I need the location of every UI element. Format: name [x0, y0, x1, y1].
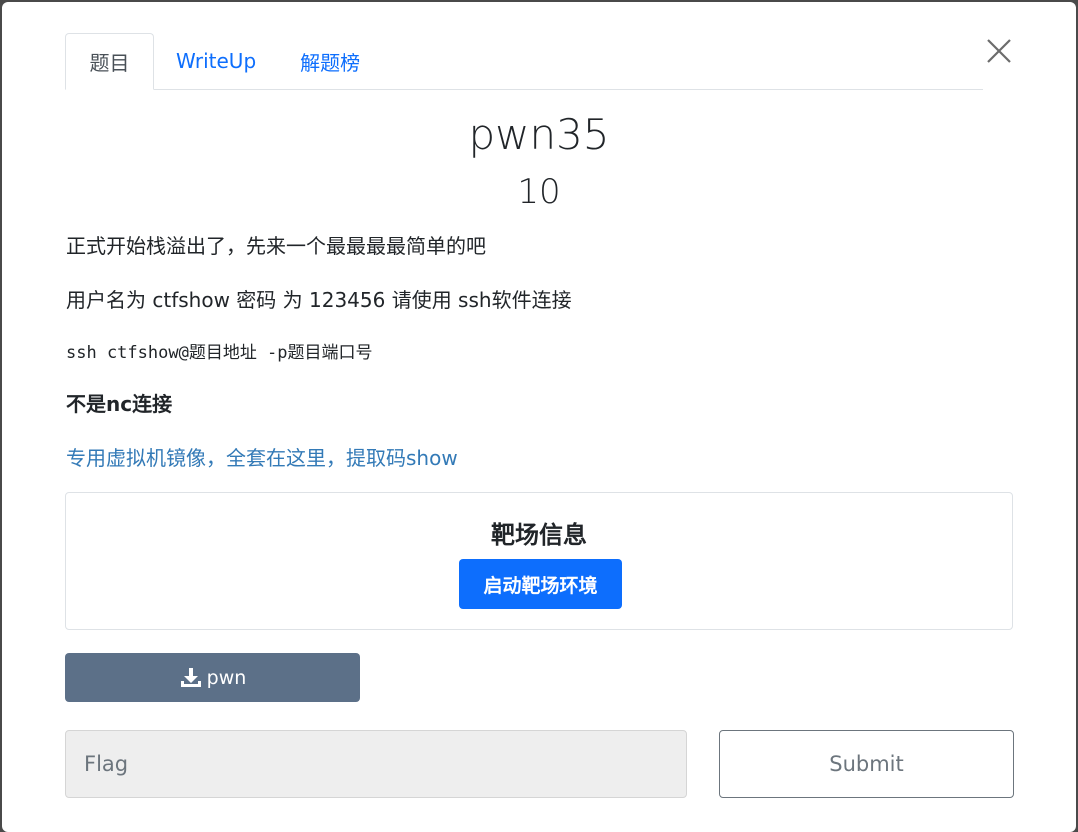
connection-note: 不是nc连接	[66, 392, 173, 416]
target-info-card: 靶场信息 启动靶场环境	[65, 492, 1013, 630]
tab-solves[interactable]: 解题榜	[278, 33, 382, 89]
close-icon[interactable]	[984, 36, 1014, 66]
challenge-modal: 题目 WriteUp 解题榜 pwn35 10 正式开始栈溢出了，先来一个最最最…	[2, 2, 1076, 832]
challenge-points: 10	[517, 172, 561, 212]
tab-challenge[interactable]: 题目	[65, 33, 154, 90]
download-icon	[179, 667, 203, 689]
download-attachment-button[interactable]: pwn	[65, 653, 360, 702]
tab-bar: 题目 WriteUp 解题榜	[65, 33, 983, 90]
vm-image-link[interactable]: 专用虚拟机镜像，全套在这里，提取码show	[66, 442, 458, 471]
ssh-command: ssh ctfshow@题目地址 -p题目端口号	[66, 343, 373, 363]
challenge-title: pwn35	[468, 110, 610, 159]
download-label: pwn	[206, 666, 247, 689]
tab-writeup[interactable]: WriteUp	[154, 33, 278, 89]
target-info-title: 靶场信息	[491, 521, 587, 549]
start-environment-button[interactable]: 启动靶场环境	[459, 559, 622, 609]
description-intro: 正式开始栈溢出了，先来一个最最最最简单的吧	[66, 234, 486, 258]
flag-input[interactable]	[65, 730, 687, 798]
description-credentials: 用户名为 ctfshow 密码 为 123456 请使用 ssh软件连接	[66, 288, 572, 312]
submit-button[interactable]: Submit	[719, 730, 1014, 798]
